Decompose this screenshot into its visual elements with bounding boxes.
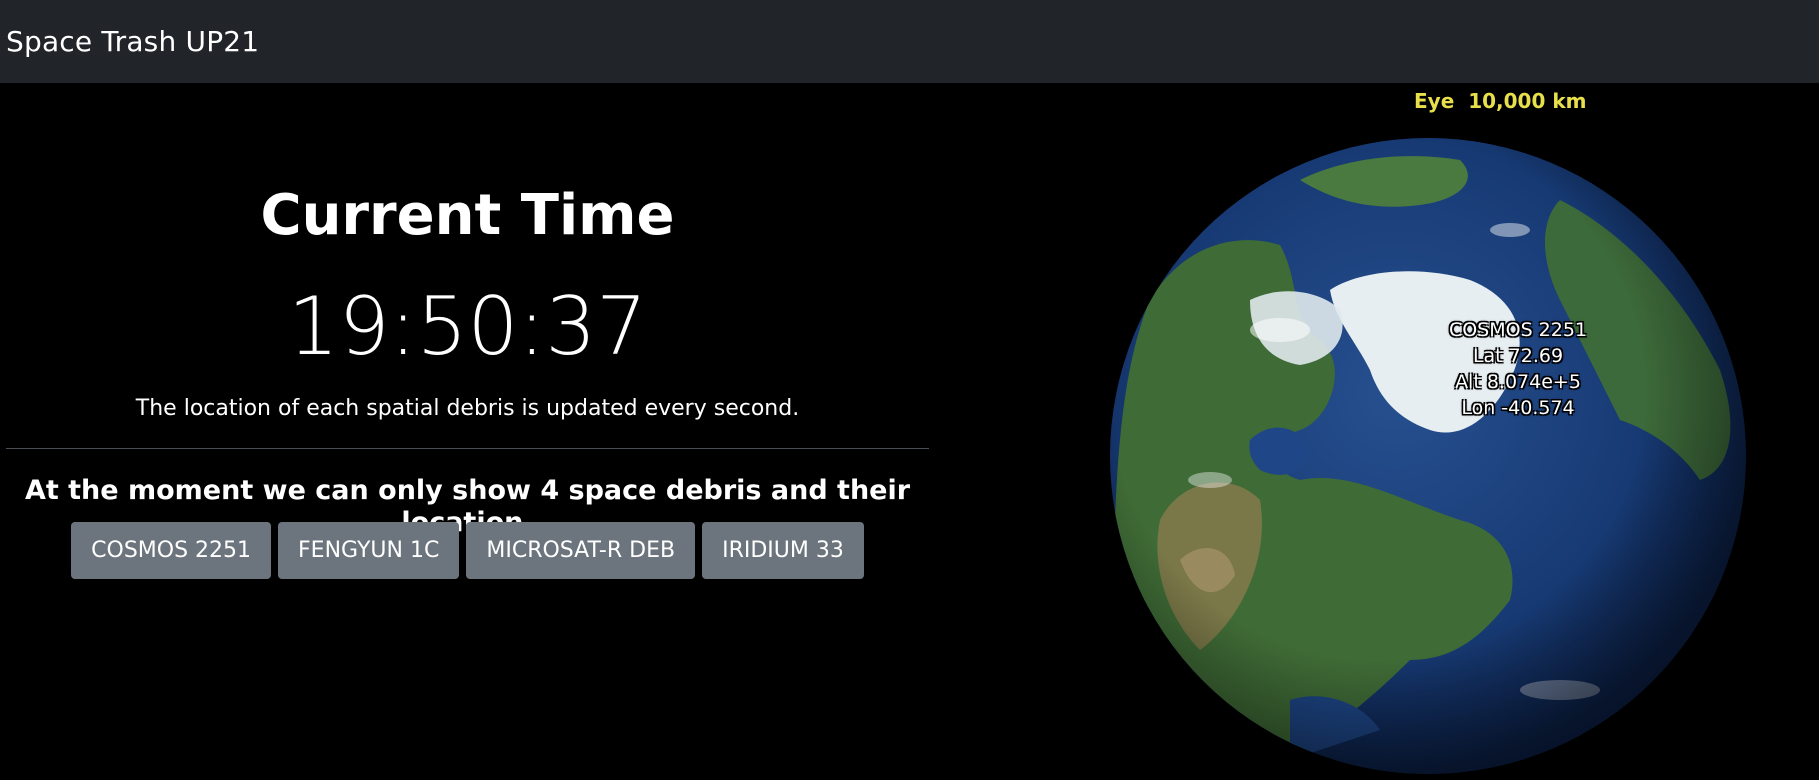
satellite-lat: Lat 72.69 [1472,345,1564,367]
satellite-label[interactable]: COSMOS 2251 Lat 72.69 Alt 8.074e+5 Lon -… [1418,317,1618,421]
eye-altitude-label: Eye 10,000 km [1414,89,1587,113]
satellite-lon: Lon -40.574 [1461,397,1575,419]
satellite-name: COSMOS 2251 [1448,319,1588,341]
satellite-alt: Alt 8.074e+5 [1455,371,1581,393]
earth-globe [1110,138,1746,774]
